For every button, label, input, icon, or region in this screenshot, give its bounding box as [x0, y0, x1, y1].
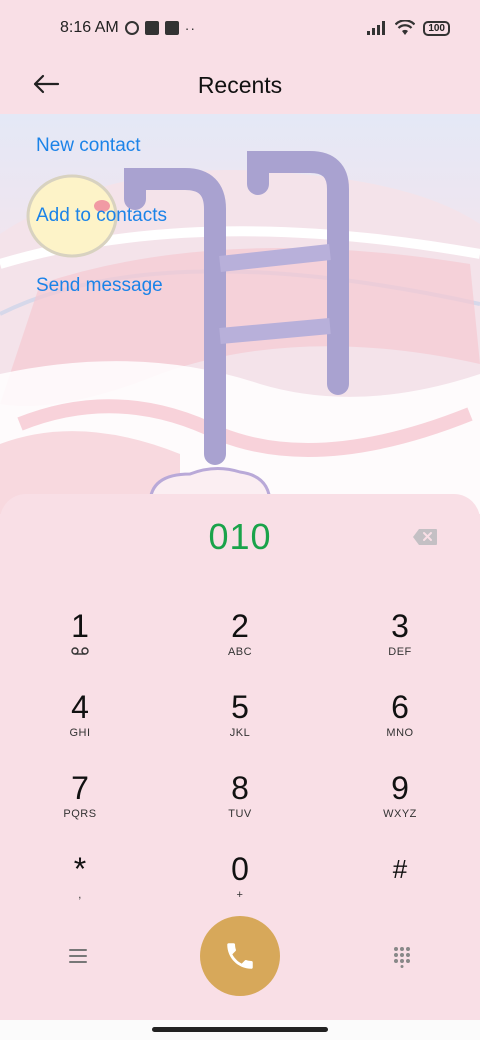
key-digit: 8 — [231, 770, 249, 806]
signal-icon — [367, 21, 386, 35]
key-letters — [340, 889, 460, 903]
call-button[interactable] — [200, 916, 280, 996]
back-button[interactable] — [30, 68, 62, 100]
key-letters: , — [78, 889, 82, 901]
key-letters: WXYZ — [383, 808, 417, 820]
send-message-link[interactable]: Send message — [36, 274, 167, 298]
arrow-left-icon — [33, 74, 60, 94]
backspace-button[interactable] — [412, 528, 438, 546]
key-letters: ABC — [227, 646, 253, 658]
wifi-icon — [395, 20, 416, 35]
dial-key-0[interactable]: 0 + — [180, 851, 300, 921]
more-notifications-icon: ·· — [184, 20, 197, 36]
dial-key-hash[interactable]: # — [340, 851, 460, 921]
dial-key-star[interactable]: * , — [20, 851, 140, 921]
key-letters: JKL — [229, 727, 251, 739]
key-digit: # — [392, 854, 408, 884]
new-contact-link[interactable]: New contact — [36, 134, 167, 158]
dial-key-2[interactable]: 2 ABC — [180, 608, 300, 678]
menu-button[interactable] — [66, 946, 90, 966]
key-digit: * — [73, 851, 87, 887]
dial-key-9[interactable]: 9 WXYZ — [340, 770, 460, 840]
app-bar: Recents — [0, 56, 480, 114]
backspace-icon — [413, 529, 437, 545]
dial-key-6[interactable]: 6 MNO — [340, 689, 460, 759]
key-letters: MNO — [386, 727, 414, 739]
dial-key-3[interactable]: 3 DEF — [340, 608, 460, 678]
contact-actions: New contact Add to contacts Send message — [36, 134, 167, 344]
key-digit: 1 — [71, 608, 89, 644]
add-to-contacts-link[interactable]: Add to contacts — [36, 204, 167, 228]
key-digit: 3 — [391, 608, 409, 644]
key-letters: GHI — [69, 727, 91, 739]
phone-icon — [227, 943, 253, 969]
dialpad-grid-icon — [394, 947, 410, 968]
menu-icon — [69, 949, 87, 963]
key-letters: DEF — [388, 646, 412, 658]
page-title: Recents — [197, 71, 283, 98]
upload-notification-icon — [164, 21, 179, 35]
key-digit: 6 — [391, 689, 409, 725]
battery-icon: 100 — [423, 20, 450, 36]
app-notification-icon — [124, 21, 139, 35]
key-letters: TUV — [228, 808, 252, 820]
key-digit: 0 — [231, 851, 249, 887]
dialpad-toggle-button[interactable] — [392, 946, 412, 968]
notification-square-icon — [144, 21, 159, 35]
key-digit: 7 — [71, 770, 89, 806]
dial-key-8[interactable]: 8 TUV — [180, 770, 300, 840]
notification-icons: ·· — [124, 20, 197, 36]
dialed-number: 010 — [208, 516, 272, 557]
key-digit: 4 — [71, 689, 89, 725]
dialpad-panel: 010 1 2 ABC 3 DEF 4 GHI 5 JKL 6 MNO 7 PQ… — [0, 494, 480, 1024]
status-time: 8:16 AM — [60, 19, 119, 36]
key-letters: PQRS — [63, 808, 97, 820]
key-digit: 9 — [391, 770, 409, 806]
home-indicator[interactable] — [152, 1027, 328, 1032]
key-digit: 2 — [231, 608, 249, 644]
status-right: 100 — [367, 20, 450, 36]
dial-key-4[interactable]: 4 GHI — [20, 689, 140, 759]
key-letters: + — [236, 889, 244, 901]
system-nav-bar — [0, 1020, 480, 1040]
dial-key-7[interactable]: 7 PQRS — [20, 770, 140, 840]
dial-key-5[interactable]: 5 JKL — [180, 689, 300, 759]
voicemail-icon — [20, 646, 140, 660]
key-digit: 5 — [231, 689, 249, 725]
dial-key-1[interactable]: 1 — [20, 608, 140, 678]
status-bar: 8:16 AM ·· 100 — [0, 0, 480, 56]
